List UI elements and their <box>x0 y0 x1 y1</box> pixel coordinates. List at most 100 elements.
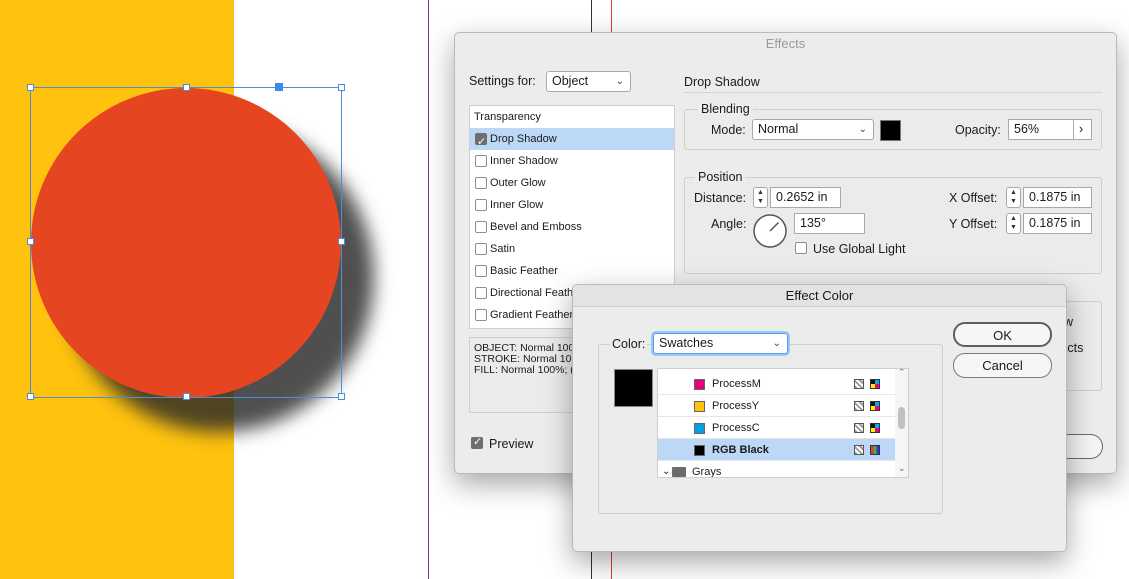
page-edge-guide <box>428 0 429 579</box>
resize-handle-top[interactable] <box>183 84 190 91</box>
settings-for-select[interactable]: Object ⌄ <box>546 71 631 92</box>
effect-checkbox[interactable] <box>475 155 487 167</box>
effect-checkbox[interactable] <box>475 131 487 150</box>
preview-checkbox[interactable] <box>471 435 483 449</box>
preview-label: Preview <box>489 437 534 451</box>
effect-item-satin[interactable]: Satin <box>470 238 674 260</box>
swatch-color-chip <box>694 423 705 434</box>
content-grabber-handle[interactable] <box>275 83 283 91</box>
swatch-color-chip <box>694 445 705 456</box>
effect-item-label: Inner Shadow <box>490 155 558 167</box>
process-color-icon <box>854 401 864 411</box>
swatch-name: ProcessC <box>712 422 760 434</box>
stepper-down-icon: ▼ <box>1010 224 1017 231</box>
swatch-name: RGB Black <box>712 444 769 456</box>
ok-button[interactable]: OK <box>953 322 1052 347</box>
process-color-icon <box>854 379 864 389</box>
shadow-color-swatch[interactable] <box>880 120 901 141</box>
swatch-row[interactable]: ProcessC <box>658 417 896 439</box>
scrollbar-thumb[interactable] <box>898 407 905 429</box>
color-source-value: Swatches <box>659 336 714 350</box>
use-global-light-label: Use Global Light <box>813 242 906 256</box>
effect-item-bevel-and-emboss[interactable]: Bevel and Emboss <box>470 216 674 238</box>
current-color-preview <box>614 369 653 407</box>
swatch-list: ProcessM ProcessY ProcessC RGB Black ⌄ Gray… <box>657 368 909 478</box>
opacity-popup-arrow[interactable]: › <box>1073 119 1092 140</box>
rgb-mode-icon <box>870 445 880 455</box>
selection-bounding-box[interactable] <box>27 83 345 400</box>
resize-handle-top-right[interactable] <box>338 84 345 91</box>
swatch-row[interactable]: ProcessY <box>658 395 896 417</box>
opacity-label: Opacity: <box>955 123 1001 137</box>
swatch-list-scrollbar[interactable]: ⌃ ⌄ <box>895 369 908 477</box>
stepper-up-icon: ▲ <box>1010 189 1017 196</box>
resize-handle-bottom-left[interactable] <box>27 393 34 400</box>
effect-checkbox[interactable] <box>475 221 487 233</box>
settings-for-label: Settings for: <box>469 74 536 88</box>
disclosure-triangle-icon[interactable]: ⌄ <box>662 461 670 477</box>
distance-label: Distance: <box>694 191 747 205</box>
effect-item-outer-glow[interactable]: Outer Glow <box>470 172 674 194</box>
use-global-light-checkbox[interactable] <box>795 242 807 254</box>
effect-item-drop-shadow[interactable]: Drop Shadow <box>470 128 674 150</box>
effect-item-label: Outer Glow <box>490 177 546 189</box>
process-color-icon <box>854 445 864 455</box>
effect-item-inner-shadow[interactable]: Inner Shadow <box>470 150 674 172</box>
effect-item-inner-glow[interactable]: Inner Glow <box>470 194 674 216</box>
resize-handle-bottom[interactable] <box>183 393 190 400</box>
swatch-name: ProcessM <box>712 378 761 390</box>
blend-mode-value: Normal <box>758 122 799 136</box>
effect-item-transparency[interactable]: Transparency <box>470 106 674 128</box>
cmyk-mode-icon <box>870 423 880 433</box>
stepper-up-icon: ▲ <box>757 189 764 196</box>
settings-for-value: Object <box>552 74 589 88</box>
x-offset-stepper[interactable]: ▲ ▼ <box>1006 187 1021 208</box>
effect-item-label: Basic Feather <box>490 265 558 277</box>
process-color-icon <box>854 423 864 433</box>
swatch-row[interactable]: RGB Black <box>658 439 896 461</box>
distance-input[interactable]: 0.2652 in <box>770 187 841 208</box>
effect-checkbox[interactable] <box>475 243 487 255</box>
swatch-color-chip <box>694 379 705 390</box>
effect-item-basic-feather[interactable]: Basic Feather <box>470 260 674 282</box>
effect-item-label: Bevel and Emboss <box>490 221 582 233</box>
angle-input[interactable]: 135° <box>794 213 865 234</box>
resize-handle-left[interactable] <box>27 238 34 245</box>
position-title: Position <box>695 170 746 184</box>
swatch-row-partial[interactable] <box>658 368 896 369</box>
swatch-color-chip <box>694 401 705 412</box>
resize-handle-bottom-right[interactable] <box>338 393 345 400</box>
effect-checkbox[interactable] <box>475 265 487 277</box>
color-label: Color: <box>610 337 648 351</box>
cancel-button[interactable]: Cancel <box>953 353 1052 378</box>
angle-label: Angle: <box>711 217 747 231</box>
effect-checkbox[interactable] <box>475 287 487 299</box>
swatch-group-grays[interactable]: ⌄ Grays <box>658 461 896 478</box>
effect-item-label: Satin <box>490 243 516 255</box>
stepper-down-icon: ▼ <box>757 198 764 205</box>
opacity-input[interactable]: 56% <box>1008 119 1074 140</box>
blending-title: Blending <box>698 102 753 116</box>
effect-checkbox[interactable] <box>475 309 487 321</box>
effect-item-label: Directional Feath <box>490 287 574 299</box>
resize-handle-right[interactable] <box>338 238 345 245</box>
effect-checkbox[interactable] <box>475 199 487 211</box>
section-divider <box>684 92 1102 93</box>
x-offset-input[interactable]: 0.1875 in <box>1023 187 1092 208</box>
scroll-down-icon[interactable]: ⌄ <box>898 463 906 474</box>
swatch-group-name: Grays <box>692 466 722 478</box>
distance-stepper[interactable]: ▲ ▼ <box>753 187 768 208</box>
color-source-select[interactable]: Swatches ⌄ <box>653 333 788 354</box>
effect-checkbox[interactable] <box>475 177 487 189</box>
scroll-up-icon[interactable]: ⌃ <box>898 369 906 378</box>
resize-handle-top-left[interactable] <box>27 84 34 91</box>
blend-mode-select[interactable]: Normal ⌄ <box>752 119 874 140</box>
folder-icon <box>672 467 686 477</box>
swatch-row[interactable]: ProcessM <box>658 373 896 395</box>
y-offset-stepper[interactable]: ▲ ▼ <box>1006 213 1021 234</box>
y-offset-input[interactable]: 0.1875 in <box>1023 213 1092 234</box>
chevron-down-icon: ⌄ <box>772 338 781 349</box>
effect-color-dialog: Effect Color Color: Swatches ⌄ ProcessM P… <box>572 284 1067 552</box>
angle-dial[interactable] <box>752 213 788 249</box>
swatch-name: ProcessY <box>712 400 760 412</box>
